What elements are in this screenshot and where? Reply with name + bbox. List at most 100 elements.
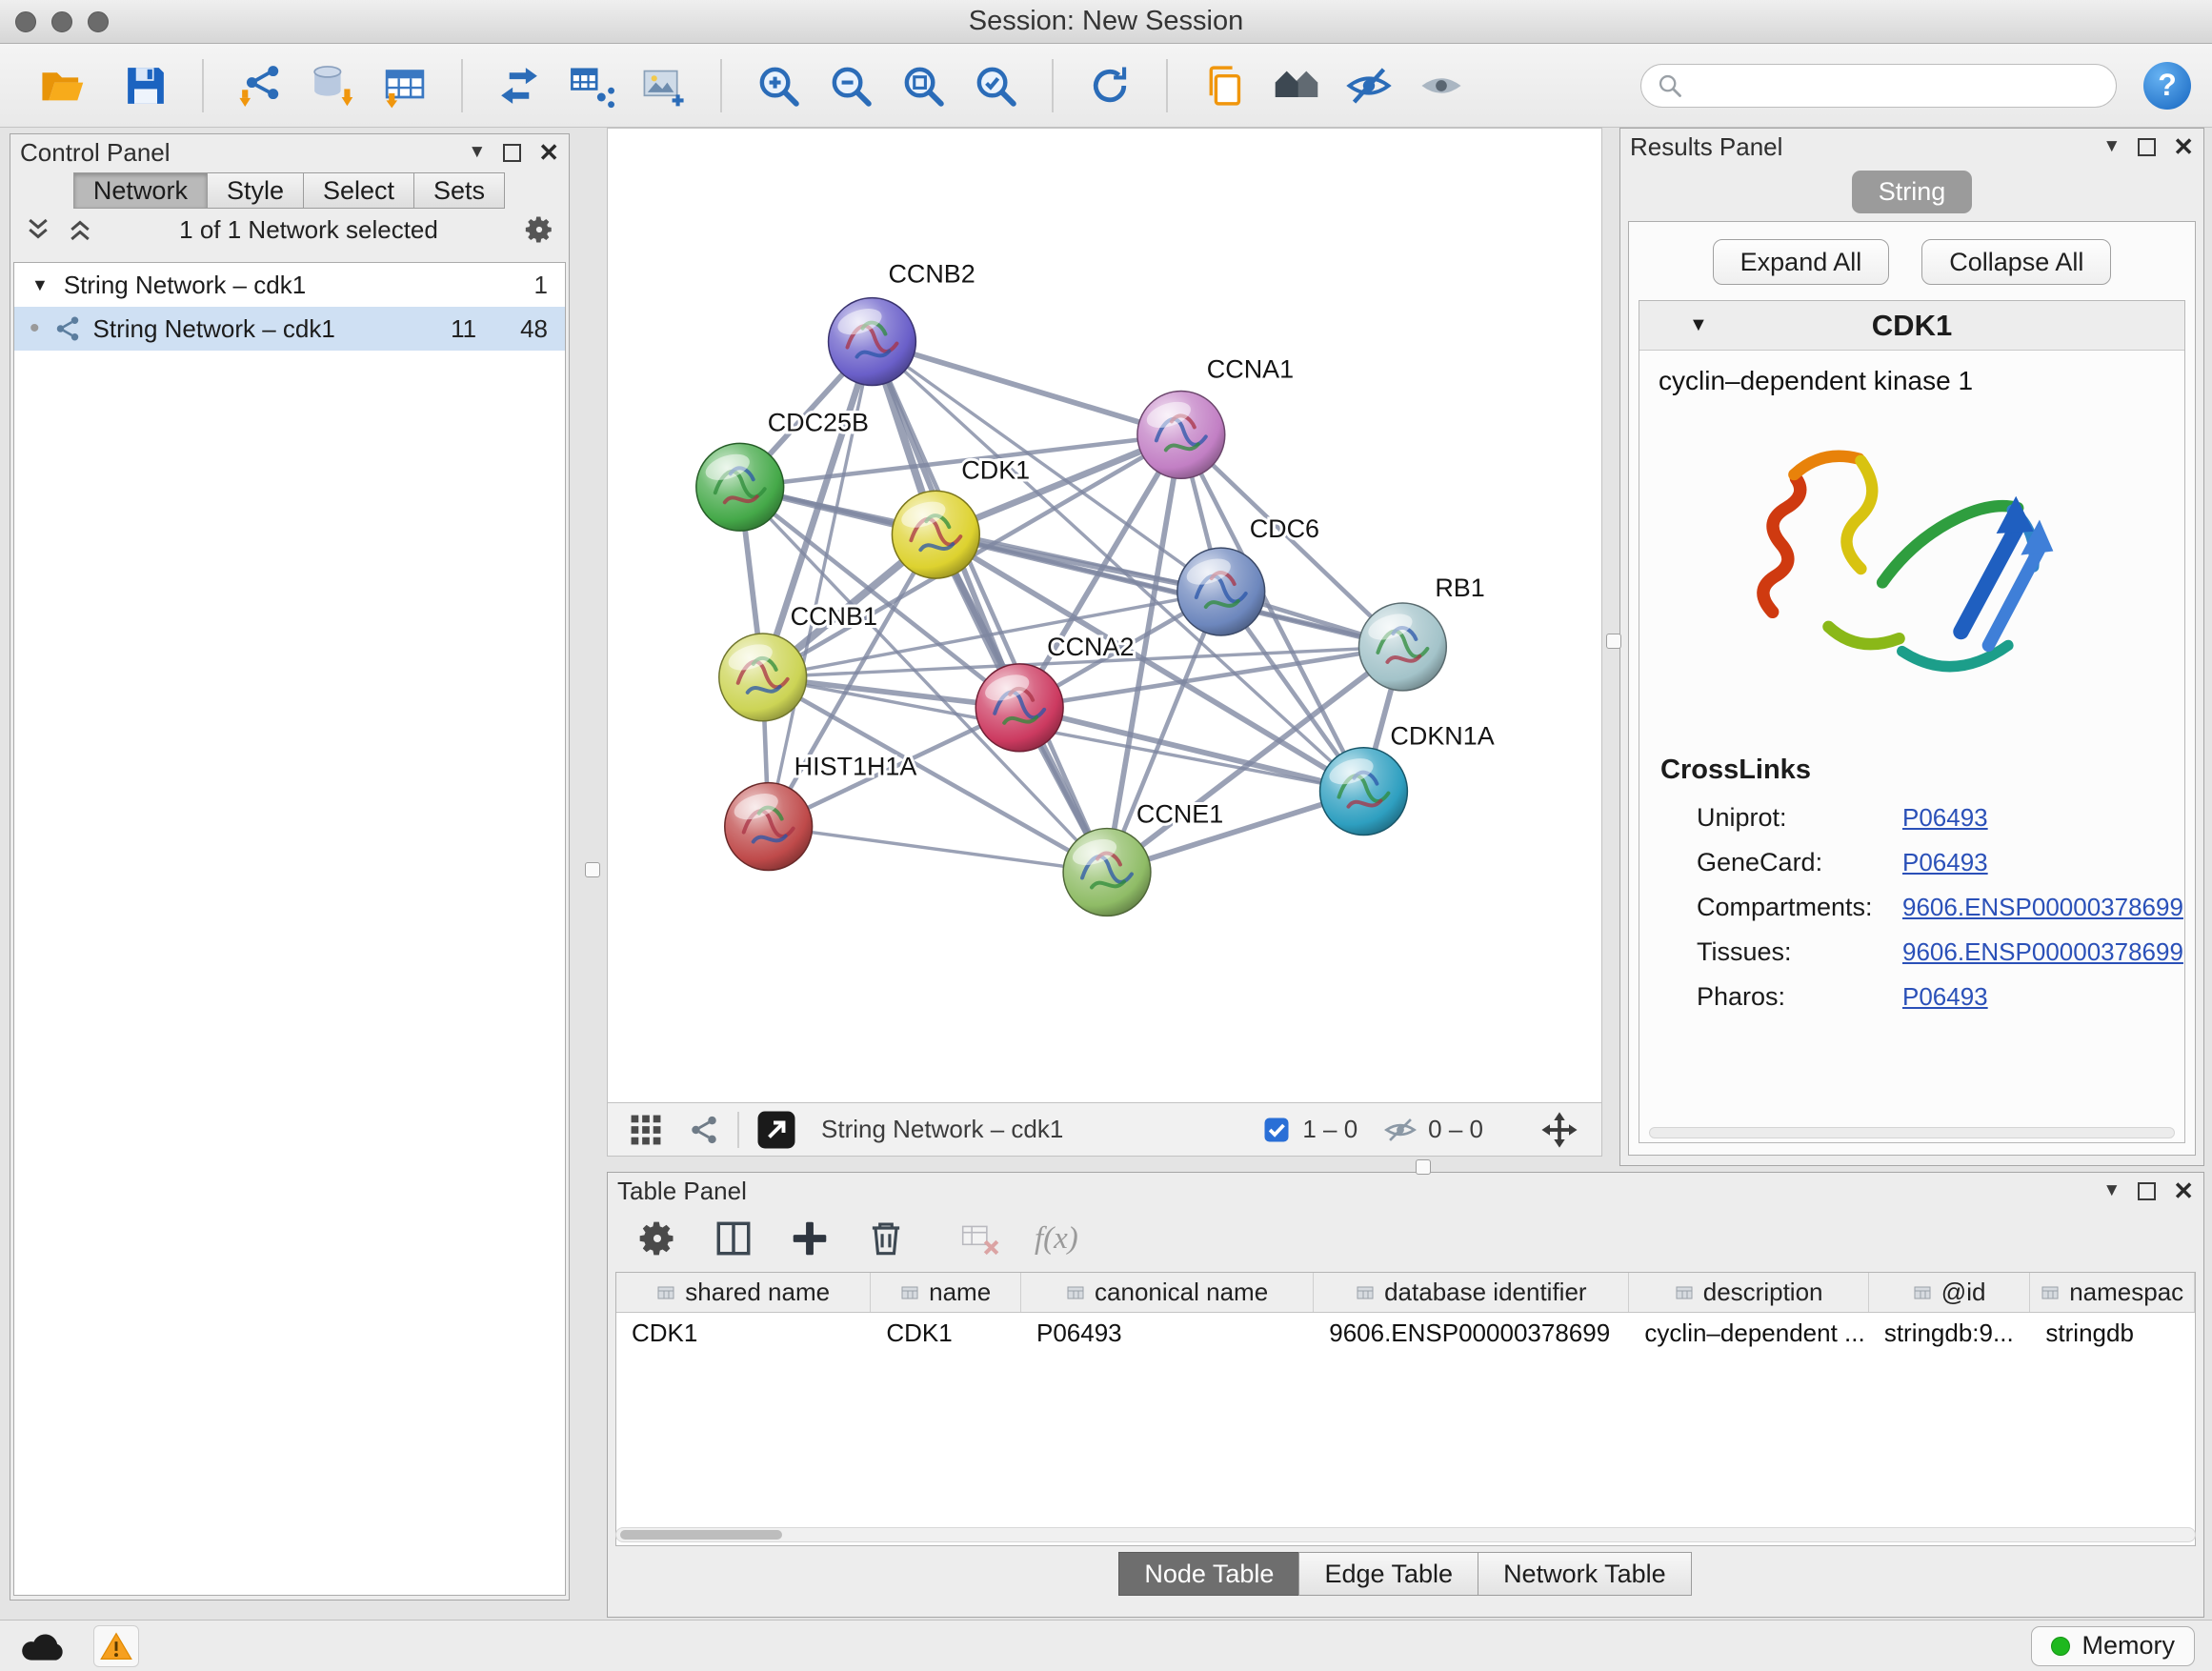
- help-button[interactable]: ?: [2143, 62, 2191, 110]
- import-network-database-button[interactable]: [305, 58, 360, 113]
- hide-selected-button[interactable]: [1341, 58, 1397, 113]
- network-node-ccne1[interactable]: [1063, 829, 1151, 916]
- table-cell[interactable]: P06493: [1021, 1313, 1314, 1353]
- search-input[interactable]: [1693, 70, 2101, 100]
- add-column-icon[interactable]: [789, 1218, 831, 1259]
- network-collection-row[interactable]: ▼ String Network – cdk1 1: [14, 263, 565, 307]
- home-view-button[interactable]: [1269, 58, 1324, 113]
- table-horizontal-scrollbar[interactable]: [615, 1527, 2196, 1542]
- table-cell[interactable]: CDK1: [616, 1313, 871, 1353]
- column-header-5[interactable]: @id: [1869, 1273, 2031, 1312]
- zoom-in-button[interactable]: [751, 58, 806, 113]
- panel-close-icon[interactable]: ✕: [2173, 134, 2194, 159]
- import-network-file-button[interactable]: [232, 58, 288, 113]
- zoom-out-button[interactable]: [823, 58, 878, 113]
- network-row[interactable]: • String Network – cdk1 11 48: [14, 307, 565, 351]
- table-cell[interactable]: 9606.ENSP00000378699: [1314, 1313, 1629, 1353]
- tab-edge-table[interactable]: Edge Table: [1298, 1552, 1478, 1596]
- horizontal-scrollbar[interactable]: [1649, 1127, 2175, 1138]
- apply-layout-button[interactable]: [1082, 58, 1137, 113]
- selected-checkbox-icon[interactable]: [1262, 1116, 1291, 1144]
- pharos-link[interactable]: P06493: [1902, 982, 1988, 1012]
- network-node-cdkn1a[interactable]: [1320, 748, 1408, 836]
- table-cell[interactable]: stringdb: [2030, 1313, 2195, 1353]
- zoom-selected-button[interactable]: [968, 58, 1023, 113]
- column-header-6[interactable]: namespac: [2030, 1273, 2195, 1312]
- open-session-button[interactable]: [34, 58, 90, 113]
- column-header-2[interactable]: canonical name: [1021, 1273, 1314, 1312]
- scrollbar-thumb[interactable]: [620, 1530, 782, 1540]
- network-node-ccna2[interactable]: [975, 664, 1063, 752]
- show-all-button[interactable]: [1414, 58, 1469, 113]
- panel-divider-handle[interactable]: [585, 862, 600, 877]
- network-node-hist1h1a[interactable]: [725, 783, 813, 871]
- toolbar-search[interactable]: [1640, 64, 2117, 108]
- collapse-all-networks-icon[interactable]: [66, 215, 94, 244]
- pan-crosshair-icon[interactable]: [1540, 1111, 1579, 1149]
- network-edge[interactable]: [769, 827, 1107, 873]
- copy-button[interactable]: [1196, 58, 1252, 113]
- tissues-link[interactable]: 9606.ENSP00000378699: [1902, 937, 2183, 967]
- table-cell[interactable]: CDK1: [871, 1313, 1021, 1353]
- tab-network[interactable]: Network: [73, 172, 208, 209]
- collapse-all-button[interactable]: Collapse All: [1921, 239, 2111, 285]
- network-from-table-button[interactable]: [564, 58, 619, 113]
- annotation-mode-button[interactable]: [756, 1110, 796, 1150]
- expand-all-networks-icon[interactable]: [24, 215, 52, 244]
- tab-sets[interactable]: Sets: [413, 172, 505, 209]
- column-header-0[interactable]: shared name: [616, 1273, 871, 1312]
- table-row[interactable]: CDK1CDK1P064939606.ENSP00000378699cyclin…: [616, 1313, 2195, 1353]
- column-header-1[interactable]: name: [871, 1273, 1021, 1312]
- delete-column-trash-icon[interactable]: [865, 1218, 907, 1259]
- network-view-icon[interactable]: [688, 1114, 720, 1146]
- tab-select[interactable]: Select: [303, 172, 414, 209]
- network-node-ccna1[interactable]: [1137, 391, 1225, 478]
- warnings-button[interactable]: [93, 1625, 139, 1667]
- memory-button[interactable]: Memory: [2031, 1626, 2195, 1666]
- grid-view-icon[interactable]: [629, 1113, 663, 1147]
- expand-all-button[interactable]: Expand All: [1713, 239, 1890, 285]
- panel-divider-handle[interactable]: [1416, 1159, 1431, 1175]
- table-cell[interactable]: cyclin–dependent ...: [1629, 1313, 1868, 1353]
- export-image-button[interactable]: [636, 58, 692, 113]
- first-neighbors-button[interactable]: [492, 58, 547, 113]
- tree-expand-icon[interactable]: ▼: [31, 275, 49, 295]
- panel-float-icon[interactable]: [2138, 138, 2156, 156]
- cloud-status-icon[interactable]: [19, 1629, 69, 1663]
- gear-icon[interactable]: [523, 213, 555, 246]
- network-edge[interactable]: [872, 342, 1107, 873]
- network-node-cdk1[interactable]: [892, 491, 979, 578]
- panel-close-icon[interactable]: ✕: [2173, 1178, 2194, 1203]
- tab-network-table[interactable]: Network Table: [1478, 1552, 1692, 1596]
- tab-node-table[interactable]: Node Table: [1118, 1552, 1299, 1596]
- show-columns-icon[interactable]: [713, 1218, 754, 1259]
- panel-close-icon[interactable]: ✕: [538, 140, 559, 165]
- table-cell[interactable]: stringdb:9...: [1869, 1313, 2031, 1353]
- network-edge[interactable]: [872, 342, 1180, 435]
- network-canvas[interactable]: CCNB2CCNA1CDC25BCDK1CDC6RB1CCNB1CCNA2CDK…: [607, 128, 1602, 1103]
- genecard-link[interactable]: P06493: [1902, 848, 1988, 877]
- uniprot-link[interactable]: P06493: [1902, 803, 1988, 833]
- hidden-eye-slash-icon[interactable]: [1384, 1114, 1417, 1146]
- network-node-cdc6[interactable]: [1177, 548, 1265, 635]
- panel-float-icon[interactable]: [503, 144, 521, 162]
- panel-divider-handle[interactable]: [1606, 634, 1621, 649]
- tab-style[interactable]: Style: [207, 172, 304, 209]
- panel-collapse-icon[interactable]: ▼: [2102, 136, 2121, 157]
- panel-float-icon[interactable]: [2138, 1182, 2156, 1200]
- compartments-link[interactable]: 9606.ENSP00000378699: [1902, 893, 2183, 922]
- panel-collapse-icon[interactable]: ▼: [2102, 1180, 2121, 1201]
- save-session-button[interactable]: [118, 58, 173, 113]
- column-header-4[interactable]: description: [1629, 1273, 1868, 1312]
- network-edge[interactable]: [935, 534, 1402, 647]
- network-node-rb1[interactable]: [1358, 603, 1446, 691]
- network-node-cdc25b[interactable]: [696, 443, 784, 531]
- network-node-ccnb2[interactable]: [829, 298, 916, 386]
- column-header-3[interactable]: database identifier: [1314, 1273, 1629, 1312]
- table-settings-gear-icon[interactable]: [636, 1218, 678, 1259]
- network-node-ccnb1[interactable]: [719, 634, 807, 721]
- import-table-file-button[interactable]: [377, 58, 432, 113]
- zoom-fit-button[interactable]: [895, 58, 951, 113]
- panel-collapse-icon[interactable]: ▼: [468, 142, 486, 163]
- tab-string[interactable]: String: [1852, 171, 1973, 213]
